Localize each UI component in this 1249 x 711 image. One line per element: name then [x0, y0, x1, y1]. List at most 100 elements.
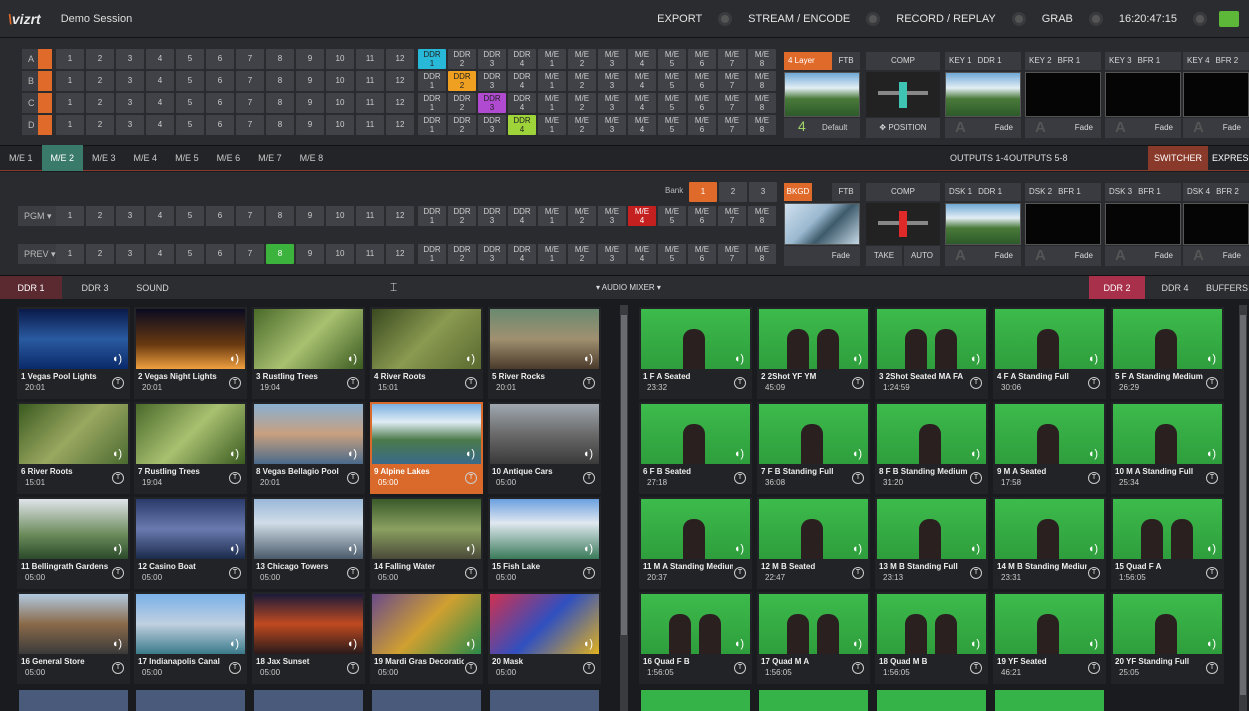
title-badge-icon[interactable]: T — [1088, 567, 1100, 579]
ddr1-tab[interactable]: DDR 1 — [0, 276, 62, 300]
input-button[interactable]: 1 — [56, 49, 84, 69]
sound-tab[interactable]: SOUND — [125, 276, 180, 300]
pgm-row-label[interactable]: PGM ▾ — [18, 206, 58, 226]
clip-item[interactable]: ◖) 20 YF Standing Full 25:05 T — [1111, 592, 1224, 684]
input-button[interactable]: 6 — [206, 115, 234, 135]
clip-thumbnail-partial[interactable] — [254, 690, 363, 711]
clip-item[interactable]: ◖) 20 Mask 05:00 T — [488, 592, 601, 684]
clip-thumbnail-partial[interactable] — [641, 690, 750, 711]
dsk-header[interactable]: DSK 4 BFR 2 — [1183, 183, 1249, 201]
key-header[interactable]: KEY 4 BFR 2 — [1183, 52, 1249, 70]
me-button[interactable]: M/E 3 — [598, 49, 626, 69]
title-badge-icon[interactable]: T — [1206, 377, 1218, 389]
stream-gear-icon[interactable] — [866, 12, 881, 26]
prev-input-button[interactable]: 11 — [356, 244, 384, 264]
tab-me-5[interactable]: M/E 5 — [166, 145, 208, 171]
buffers-tab[interactable]: BUFFERS — [1205, 276, 1249, 300]
pgm-input-button[interactable]: 6 — [206, 206, 234, 226]
key-fade-button[interactable]: Fade — [1075, 123, 1093, 132]
me-button[interactable]: M/E 6 — [688, 93, 716, 113]
pgm-ddr-button[interactable]: DDR 1 — [418, 206, 446, 226]
prev-me-button[interactable]: M/E 4 — [628, 244, 656, 264]
ddr-button[interactable]: DDR 2 — [448, 115, 476, 135]
clip-item[interactable]: ◖) 3 Rustling Trees 19:04 T — [252, 307, 365, 399]
pgm-input-button[interactable]: 12 — [386, 206, 414, 226]
joystick-icon[interactable] — [38, 93, 52, 113]
input-button[interactable]: 3 — [116, 115, 144, 135]
dsk-header[interactable]: DSK 1 DDR 1 — [945, 183, 1021, 201]
export-gear-icon[interactable] — [718, 12, 733, 26]
tbar-switcher[interactable] — [866, 203, 940, 245]
clip-item[interactable]: ◖) 13 Chicago Towers 05:00 T — [252, 497, 365, 589]
ddr-button[interactable]: DDR 4 — [508, 115, 536, 135]
clip-item[interactable]: ◖) 1 F A Seated 23:32 T — [639, 307, 752, 399]
ddr3-tab[interactable]: DDR 3 — [70, 276, 120, 300]
key-header[interactable]: KEY 3 BFR 1 — [1105, 52, 1181, 70]
tab-me-8[interactable]: M/E 8 — [291, 145, 333, 171]
stream-encode-button[interactable]: STREAM / ENCODE — [738, 13, 860, 25]
title-badge-icon[interactable]: T — [229, 567, 241, 579]
title-badge-icon[interactable]: T — [734, 567, 746, 579]
prev-row-label[interactable]: PREV ▾ — [18, 244, 58, 264]
me-button[interactable]: M/E 6 — [688, 115, 716, 135]
input-button[interactable]: 6 — [206, 49, 234, 69]
ddr-button[interactable]: DDR 1 — [418, 93, 446, 113]
clip-item[interactable]: ◖) 11 Bellingrath Gardens 05:00 T — [17, 497, 130, 589]
input-button[interactable]: 8 — [266, 71, 294, 91]
prev-ddr-button[interactable]: DDR 1 — [418, 244, 446, 264]
input-button[interactable]: 1 — [56, 71, 84, 91]
ddr-button[interactable]: DDR 4 — [508, 93, 536, 113]
input-button[interactable]: 7 — [236, 71, 264, 91]
me-button[interactable]: M/E 4 — [628, 115, 656, 135]
title-badge-icon[interactable]: T — [112, 472, 124, 484]
prev-me-button[interactable]: M/E 2 — [568, 244, 596, 264]
input-button[interactable]: 4 — [146, 115, 174, 135]
input-button[interactable]: 2 — [86, 115, 114, 135]
input-button[interactable]: 5 — [176, 115, 204, 135]
left-bin-scrollbar[interactable] — [620, 305, 628, 711]
pgm-me-button[interactable]: M/E 6 — [688, 206, 716, 226]
input-button[interactable]: 2 — [86, 71, 114, 91]
prev-input-button[interactable]: 3 — [116, 244, 144, 264]
clip-item[interactable]: ◖) 11 M A Standing Medium 20:37 T — [639, 497, 752, 589]
title-badge-icon[interactable]: T — [734, 662, 746, 674]
tbar-upper[interactable] — [866, 72, 940, 117]
pgm-input-button[interactable]: 11 — [356, 206, 384, 226]
me-button[interactable]: M/E 1 — [538, 49, 566, 69]
clip-item[interactable]: ◖) 10 M A Standing Full 25:34 T — [1111, 402, 1224, 494]
tab-me-1[interactable]: M/E 1 — [0, 145, 42, 171]
prev-input-button[interactable]: 7 — [236, 244, 264, 264]
clip-item[interactable]: ◖) 6 River Roots 15:01 T — [17, 402, 130, 494]
clip-item[interactable]: ◖) 16 Quad F B 1:56:05 T — [639, 592, 752, 684]
input-button[interactable]: 12 — [386, 49, 414, 69]
pgm-input-button[interactable]: 10 — [326, 206, 354, 226]
bkgd-button[interactable]: BKGD — [784, 183, 812, 201]
clip-item[interactable]: ◖) 4 River Roots 15:01 T — [370, 307, 483, 399]
pgm-me-button[interactable]: M/E 4 — [628, 206, 656, 226]
audio-mixer-button[interactable]: ▾ AUDIO MIXER ▾ — [596, 276, 661, 300]
dsk-source[interactable]: DDR 1 — [978, 187, 1002, 196]
joystick-icon[interactable] — [38, 49, 52, 69]
switcher-tab[interactable]: SWITCHER — [1148, 146, 1208, 171]
dsk-fade-button[interactable]: Fade — [995, 251, 1013, 260]
clip-thumbnail-partial[interactable] — [372, 690, 481, 711]
prev-ddr-button[interactable]: DDR 3 — [478, 244, 506, 264]
title-badge-icon[interactable]: T — [852, 377, 864, 389]
ddr-button[interactable]: DDR 3 — [478, 71, 506, 91]
ddr-button[interactable]: DDR 4 — [508, 71, 536, 91]
input-button[interactable]: 9 — [296, 49, 324, 69]
pgm-input-button[interactable]: 3 — [116, 206, 144, 226]
pgm-ddr-button[interactable]: DDR 2 — [448, 206, 476, 226]
clip-item[interactable]: ◖) 6 F B Seated 27:18 T — [639, 402, 752, 494]
input-button[interactable]: 5 — [176, 49, 204, 69]
clip-item[interactable]: ◖) 19 Mardi Gras Decoration 05:00 T — [370, 592, 483, 684]
title-badge-icon[interactable]: T — [970, 662, 982, 674]
me-button[interactable]: M/E 8 — [748, 71, 776, 91]
title-badge-icon[interactable]: T — [229, 662, 241, 674]
row-label-c[interactable]: C — [22, 93, 38, 113]
ddr2-tab[interactable]: DDR 2 — [1089, 276, 1145, 300]
input-button[interactable]: 9 — [296, 71, 324, 91]
title-badge-icon[interactable]: T — [347, 567, 359, 579]
input-button[interactable]: 7 — [236, 115, 264, 135]
clip-item[interactable]: ◖) 9 M A Seated 17:58 T — [993, 402, 1106, 494]
